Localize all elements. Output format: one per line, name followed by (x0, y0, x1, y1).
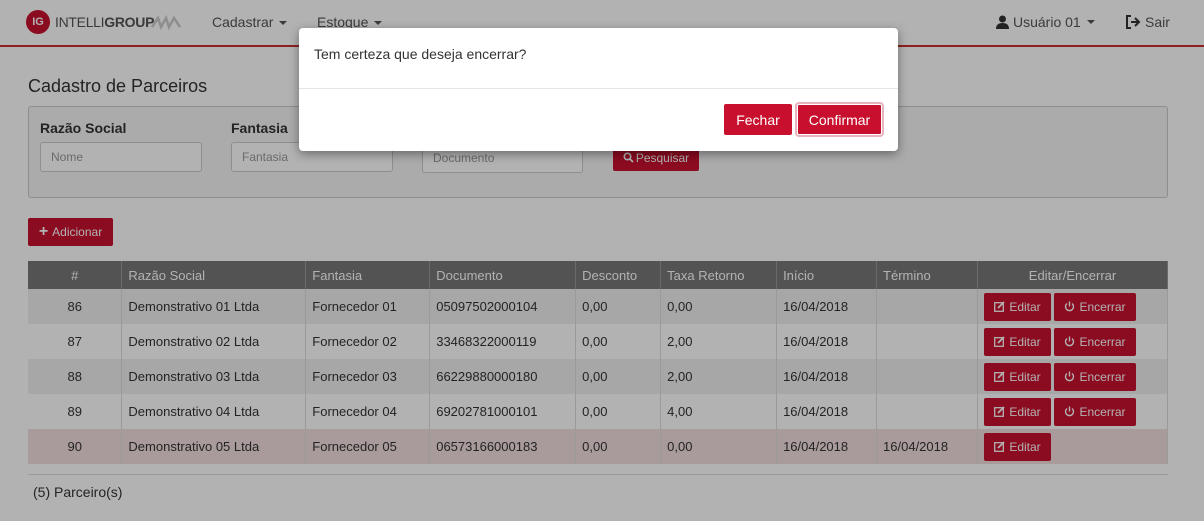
dialog-divider (299, 88, 898, 89)
dialog-close-button[interactable]: Fechar (724, 104, 792, 135)
dialog-message: Tem certeza que deseja encerrar? (314, 46, 527, 62)
confirm-dialog: Tem certeza que deseja encerrar? Fechar … (299, 28, 898, 151)
dialog-confirm-button[interactable]: Confirmar (797, 104, 882, 135)
